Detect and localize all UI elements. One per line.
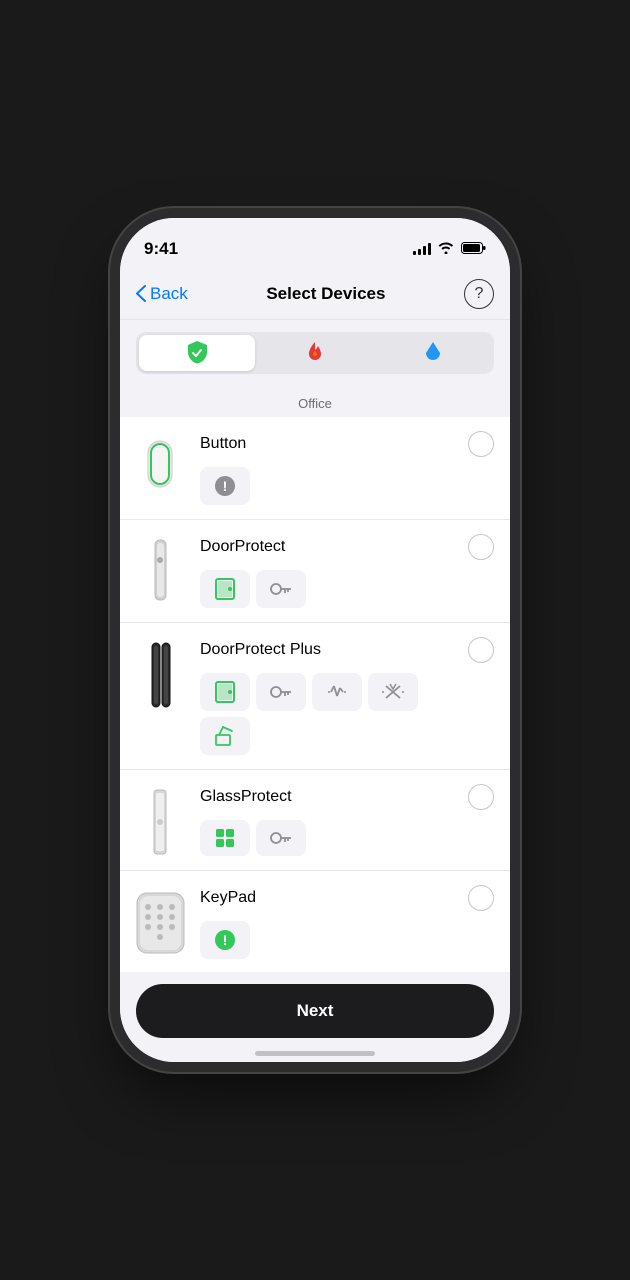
- device-tags: !: [200, 921, 494, 959]
- device-tags: [200, 673, 494, 711]
- status-time: 9:41: [144, 239, 178, 259]
- home-indicator: [255, 1051, 375, 1056]
- list-item: KeyPad !: [120, 871, 510, 974]
- status-bar: 9:41: [120, 218, 510, 268]
- section-label: Office: [120, 386, 510, 417]
- tag-warning-green: !: [200, 921, 250, 959]
- select-radio-doorprotect[interactable]: [468, 534, 494, 560]
- device-icon-doorprotect-plus: [120, 637, 200, 709]
- tag-key: [256, 673, 306, 711]
- device-tags: !: [200, 467, 494, 505]
- tag-vibration: [312, 673, 362, 711]
- tag-key: [256, 570, 306, 608]
- next-button[interactable]: Next: [136, 984, 494, 1038]
- back-button[interactable]: Back: [136, 284, 188, 304]
- tab-fire[interactable]: [257, 335, 373, 371]
- device-name: DoorProtect: [200, 538, 285, 556]
- list-item: GlassProtect: [120, 770, 510, 871]
- list-item: Button !: [120, 417, 510, 520]
- device-icon-glassprotect: [120, 784, 200, 856]
- tab-flood[interactable]: [375, 335, 491, 371]
- device-name: GlassProtect: [200, 788, 292, 806]
- help-button[interactable]: ?: [464, 279, 494, 309]
- tag-door: [200, 570, 250, 608]
- status-icons: [413, 241, 486, 257]
- device-info-button: Button !: [200, 431, 494, 505]
- tag-shock: [368, 673, 418, 711]
- select-radio-doorprotect-plus[interactable]: [468, 637, 494, 663]
- page-title: Select Devices: [266, 284, 385, 304]
- device-name: DoorProtect Plus: [200, 641, 321, 659]
- device-list: Office Button !: [120, 386, 510, 992]
- bottom-bar: Next: [120, 972, 510, 1062]
- device-tags: [200, 820, 494, 856]
- device-name: KeyPad: [200, 889, 256, 907]
- nav-bar: Back Select Devices ?: [120, 268, 510, 320]
- tag-door: [200, 673, 250, 711]
- select-radio-glassprotect[interactable]: [468, 784, 494, 810]
- battery-icon: [461, 242, 486, 257]
- select-radio-keypad[interactable]: [468, 885, 494, 911]
- device-icon-doorprotect: [120, 534, 200, 603]
- tag-key: [256, 820, 306, 856]
- tab-selector: [136, 332, 494, 374]
- device-info-keypad: KeyPad !: [200, 885, 494, 959]
- list-item: DoorProtect: [120, 520, 510, 623]
- list-item: DoorProtect Plus: [120, 623, 510, 770]
- tab-security[interactable]: [139, 335, 255, 371]
- svg-text:!: !: [223, 932, 228, 948]
- device-name: Button: [200, 435, 246, 453]
- select-radio-button[interactable]: [468, 431, 494, 457]
- device-info-doorprotect: DoorProtect: [200, 534, 494, 608]
- wifi-icon: [437, 241, 455, 257]
- device-icon-button: [120, 431, 200, 495]
- device-info-doorprotect-plus: DoorProtect Plus: [200, 637, 494, 755]
- tag-tilt: [200, 717, 250, 755]
- device-icon-keypad: [120, 885, 200, 957]
- device-info-glassprotect: GlassProtect: [200, 784, 494, 856]
- device-tags: [200, 570, 494, 608]
- svg-text:!: !: [223, 478, 228, 494]
- device-tags-2: [200, 717, 494, 755]
- tag-grid: [200, 820, 250, 856]
- tag-warning: !: [200, 467, 250, 505]
- signal-icon: [413, 243, 431, 255]
